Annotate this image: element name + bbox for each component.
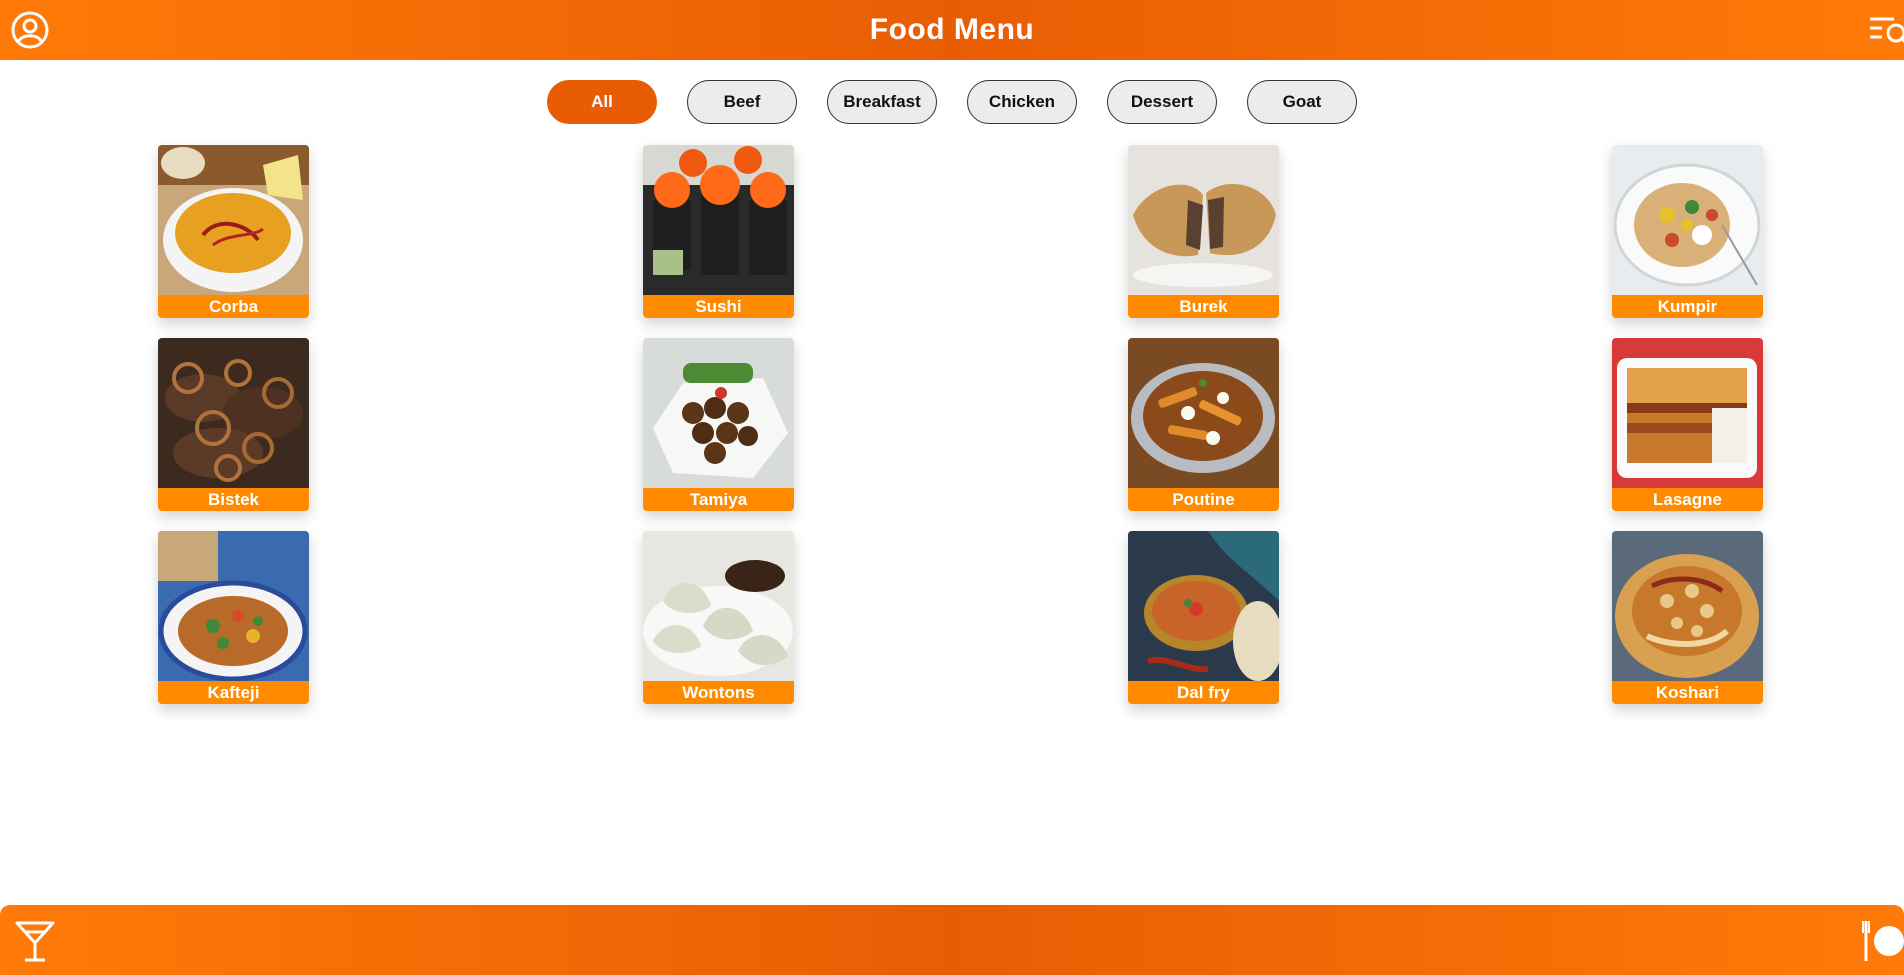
food-name: Corba — [158, 295, 309, 318]
filter-breakfast[interactable]: Breakfast — [827, 80, 937, 124]
food-image-poutine — [1128, 338, 1279, 488]
food-name: Koshari — [1612, 681, 1763, 704]
food-image-dal-fry — [1128, 531, 1279, 681]
food-card-poutine[interactable]: Poutine — [1128, 338, 1279, 511]
food-card-koshari[interactable]: Koshari — [1612, 531, 1763, 704]
food-image-kafteji — [158, 531, 309, 681]
food-image-kumpir — [1612, 145, 1763, 295]
filter-chicken[interactable]: Chicken — [967, 80, 1077, 124]
food-name: Poutine — [1128, 488, 1279, 511]
category-filter-bar: All Beef Breakfast Chicken Dessert Goat — [0, 80, 1904, 124]
bottom-nav-bar — [0, 905, 1904, 975]
food-image-burek — [1128, 145, 1279, 295]
food-image-tamiya — [643, 338, 794, 488]
filter-all[interactable]: All — [547, 80, 657, 124]
food-name: Dal fry — [1128, 681, 1279, 704]
food-image-wontons — [643, 531, 794, 681]
food-name: Tamiya — [643, 488, 794, 511]
filter-dessert[interactable]: Dessert — [1107, 80, 1217, 124]
food-card-dal-fry[interactable]: Dal fry — [1128, 531, 1279, 704]
food-image-bistek — [158, 338, 309, 488]
food-name: Sushi — [643, 295, 794, 318]
food-image-lasagne — [1612, 338, 1763, 488]
top-app-bar: Food Menu — [0, 0, 1904, 60]
food-image-koshari — [1612, 531, 1763, 681]
filter-beef[interactable]: Beef — [687, 80, 797, 124]
food-card-bistek[interactable]: Bistek — [158, 338, 309, 511]
food-image-sushi — [643, 145, 794, 295]
food-card-burek[interactable]: Burek — [1128, 145, 1279, 318]
food-name: Wontons — [643, 681, 794, 704]
food-card-sushi[interactable]: Sushi — [643, 145, 794, 318]
food-card-kumpir[interactable]: Kumpir — [1612, 145, 1763, 318]
food-name: Kafteji — [158, 681, 309, 704]
food-grid: Corba Sushi Burek Kumpir Bistek Tamiya P… — [0, 145, 1904, 705]
filter-goat[interactable]: Goat — [1247, 80, 1357, 124]
food-card-lasagne[interactable]: Lasagne — [1612, 338, 1763, 511]
menu-search-icon[interactable] — [1868, 14, 1904, 46]
food-card-tamiya[interactable]: Tamiya — [643, 338, 794, 511]
food-name: Lasagne — [1612, 488, 1763, 511]
user-circle-icon[interactable] — [10, 10, 50, 50]
food-card-kafteji[interactable]: Kafteji — [158, 531, 309, 704]
food-card-corba[interactable]: Corba — [158, 145, 309, 318]
food-name: Kumpir — [1612, 295, 1763, 318]
food-image-corba — [158, 145, 309, 295]
cocktail-glass-icon[interactable] — [14, 919, 56, 963]
food-name: Bistek — [158, 488, 309, 511]
food-name: Burek — [1128, 295, 1279, 318]
food-card-wontons[interactable]: Wontons — [643, 531, 794, 704]
fork-plate-icon[interactable] — [1862, 919, 1904, 963]
page-title: Food Menu — [869, 13, 1035, 46]
